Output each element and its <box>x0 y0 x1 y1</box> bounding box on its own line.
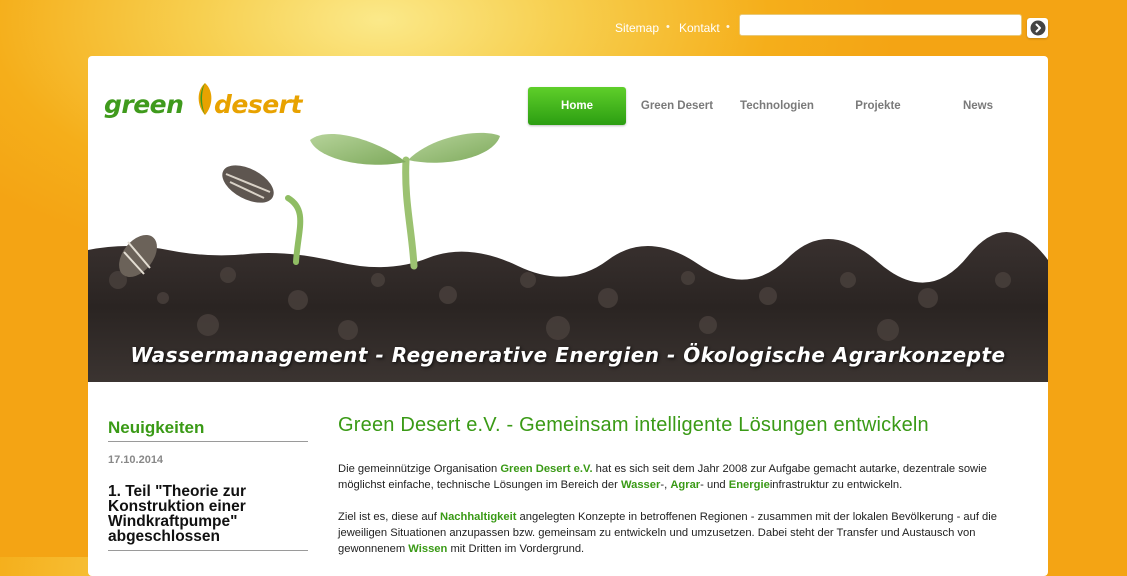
search-submit-button[interactable] <box>1027 18 1048 38</box>
highlight-wasser: Wasser <box>620 479 661 491</box>
sidebar-heading: Neuigkeiten <box>108 418 308 442</box>
sitemap-link[interactable]: Sitemap <box>615 21 659 35</box>
hero-caption: Wassermanagement - Regenerative Energien… <box>130 343 1006 367</box>
text-segment: mit Dritten im Vordergrund. <box>447 543 585 555</box>
main-navigation: Home Green Desert Technologien Projekte … <box>88 87 1048 125</box>
goal-paragraph: Ziel ist es, diese auf Nachhaltigkeit an… <box>338 509 1028 557</box>
top-bar: Sitemap • Kontakt • <box>0 14 1127 40</box>
highlight-organisation: Green Desert e.V. <box>500 463 593 475</box>
search-input[interactable] <box>739 14 1022 36</box>
highlight-energie: Energie <box>728 479 770 491</box>
text-segment: Die gemeinnützige Organisation <box>338 463 501 475</box>
nav-item-green-desert[interactable]: Green Desert <box>633 87 721 125</box>
separator-dot: • <box>726 21 730 33</box>
highlight-nachhaltigkeit: Nachhaltigkeit <box>439 511 517 523</box>
text-segment: - und <box>700 479 729 491</box>
highlight-wissen: Wissen <box>408 543 448 555</box>
nav-item-projekte[interactable]: Projekte <box>833 87 923 125</box>
nav-item-home[interactable]: Home <box>528 87 626 125</box>
nav-item-news[interactable]: News <box>933 87 1023 125</box>
text-segment: -, <box>660 479 671 491</box>
news-date: 17.10.2014 <box>108 454 164 466</box>
highlight-agrar: Agrar <box>670 479 701 491</box>
page-title: Green Desert e.V. - Gemeinsam intelligen… <box>338 414 929 436</box>
text-segment: Ziel ist es, diese auf <box>338 511 440 523</box>
content-card: green desert Home Green Desert Technolog… <box>88 56 1048 576</box>
main-content: Green Desert e.V. - Gemeinsam intelligen… <box>338 414 1028 557</box>
intro-paragraph: Die gemeinnützige Organisation Green Des… <box>338 461 1028 493</box>
kontakt-link[interactable]: Kontakt <box>679 21 720 35</box>
nav-item-technologien[interactable]: Technologien <box>731 87 823 125</box>
hero-banner: Wassermanagement - Regenerative Energien… <box>88 130 1048 382</box>
text-segment: infrastruktur zu entwickeln. <box>769 479 903 491</box>
news-sidebar: Neuigkeiten 17.10.2014 1. Teil "Theorie … <box>108 418 308 551</box>
news-title-link[interactable]: 1. Teil "Theorie zur Konstruktion einer … <box>108 484 308 551</box>
separator-dot: • <box>666 21 670 33</box>
chevron-right-icon <box>1030 20 1046 36</box>
